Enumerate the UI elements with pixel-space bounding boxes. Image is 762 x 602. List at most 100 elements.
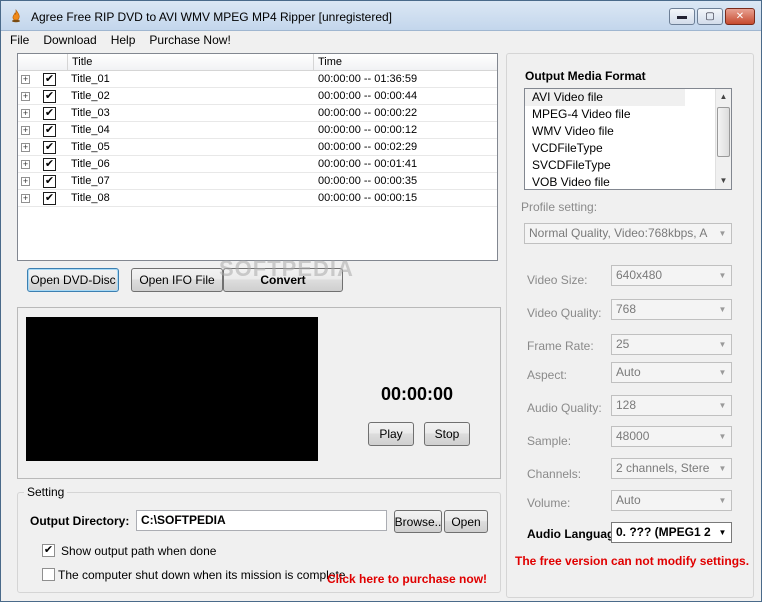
audio-quality-select[interactable]: 128 ▼ xyxy=(611,395,732,416)
menu-file[interactable]: File xyxy=(10,33,29,47)
expand-icon[interactable]: + xyxy=(21,176,30,186)
title-time: 00:00:00 -- 00:00:44 xyxy=(318,90,418,102)
format-item-avi[interactable]: AVI Video file xyxy=(525,89,685,106)
expand-icon[interactable]: + xyxy=(21,108,30,118)
play-button[interactable]: Play xyxy=(368,422,414,446)
purchase-link[interactable]: Click here to purchase now! xyxy=(327,572,487,586)
title-list-header: Title Time xyxy=(18,54,497,71)
shutdown-label: The computer shut down when its mission … xyxy=(58,568,346,582)
title-time: 00:00:00 -- 00:01:41 xyxy=(318,158,418,170)
aspect-select[interactable]: Auto ▼ xyxy=(611,362,732,383)
window-controls: ▬ ▢ ✕ xyxy=(669,8,755,25)
title-row[interactable]: + ✔ Title_02 00:00:00 -- 00:00:44 xyxy=(18,88,497,105)
title-row[interactable]: + ✔ Title_03 00:00:00 -- 00:00:22 xyxy=(18,105,497,122)
expand-icon[interactable]: + xyxy=(21,159,30,169)
channels-select[interactable]: 2 channels, Stere ▼ xyxy=(611,458,732,479)
title-name: Title_03 xyxy=(71,107,110,119)
checkmark-icon: ✔ xyxy=(44,191,55,204)
browse-button[interactable]: Browse.. xyxy=(394,510,442,533)
title-name: Title_06 xyxy=(71,158,110,170)
format-item-vob[interactable]: VOB Video file xyxy=(525,174,685,191)
video-size-select[interactable]: 640x480 ▼ xyxy=(611,265,732,286)
checkmark-icon: ✔ xyxy=(43,544,54,556)
title-row[interactable]: + ✔ Title_08 00:00:00 -- 00:00:15 xyxy=(18,190,497,207)
open-folder-button[interactable]: Open xyxy=(444,510,488,533)
profile-setting-value: Normal Quality, Video:768kbps, A xyxy=(529,226,708,240)
scroll-up-icon[interactable]: ▲ xyxy=(716,89,731,105)
minimize-button[interactable]: ▬ xyxy=(669,8,695,25)
aspect-value: Auto xyxy=(616,365,641,379)
title-checkbox[interactable]: ✔ xyxy=(43,191,56,205)
title-checkbox[interactable]: ✔ xyxy=(43,123,56,137)
format-item-mpeg4[interactable]: MPEG-4 Video file xyxy=(525,106,685,123)
open-dvd-disc-button[interactable]: Open DVD-Disc xyxy=(27,268,119,292)
sample-label: Sample: xyxy=(527,434,572,448)
format-item-svcd[interactable]: SVCDFileType xyxy=(525,157,685,174)
checkmark-icon: ✔ xyxy=(44,89,55,102)
title-checkbox[interactable]: ✔ xyxy=(43,174,56,188)
expand-icon[interactable]: + xyxy=(21,142,30,152)
checkmark-icon: ✔ xyxy=(44,72,55,85)
chevron-down-icon: ▼ xyxy=(718,464,727,473)
title-name: Title_04 xyxy=(71,124,110,136)
title-name: Title_05 xyxy=(71,141,110,153)
title-list[interactable]: Title Time + ✔ Title_01 00:00:00 -- 01:36:5… xyxy=(17,53,498,261)
title-name: Title_02 xyxy=(71,90,110,102)
chevron-down-icon: ▼ xyxy=(718,271,727,280)
expand-icon[interactable]: + xyxy=(21,193,30,203)
title-checkbox[interactable]: ✔ xyxy=(43,72,56,86)
open-ifo-file-button[interactable]: Open IFO File xyxy=(131,268,223,292)
checkmark-icon: ✔ xyxy=(44,140,55,153)
title-rows: + ✔ Title_01 00:00:00 -- 01:36:59 + ✔ Title_02… xyxy=(18,71,497,207)
audio-language-select[interactable]: 0. ??? (MPEG1 2 ▼ xyxy=(611,522,732,543)
column-header-title[interactable]: Title xyxy=(68,54,314,70)
volume-select[interactable]: Auto ▼ xyxy=(611,490,732,511)
chevron-down-icon: ▼ xyxy=(718,305,727,314)
title-row[interactable]: + ✔ Title_06 00:00:00 -- 00:01:41 xyxy=(18,156,497,173)
sample-select[interactable]: 48000 ▼ xyxy=(611,426,732,447)
video-preview[interactable] xyxy=(26,317,318,461)
app-window: Agree Free RIP DVD to AVI WMV MPEG MP4 R… xyxy=(0,0,762,602)
title-bar[interactable]: Agree Free RIP DVD to AVI WMV MPEG MP4 R… xyxy=(1,1,761,31)
video-quality-select[interactable]: 768 ▼ xyxy=(611,299,732,320)
format-item-wmv[interactable]: WMV Video file xyxy=(525,123,685,140)
title-row[interactable]: + ✔ Title_05 00:00:00 -- 00:02:29 xyxy=(18,139,497,156)
scrollbar-thumb[interactable] xyxy=(717,107,730,157)
scroll-down-icon[interactable]: ▼ xyxy=(716,173,731,189)
menu-download[interactable]: Download xyxy=(43,33,96,47)
title-time: 00:00:00 -- 01:36:59 xyxy=(318,73,418,85)
format-list-scrollbar[interactable]: ▲ ▼ xyxy=(715,89,731,189)
title-checkbox[interactable]: ✔ xyxy=(43,106,56,120)
column-header-time[interactable]: Time xyxy=(314,54,497,70)
video-size-value: 640x480 xyxy=(616,268,663,282)
format-item-vcd[interactable]: VCDFileType xyxy=(525,140,685,157)
output-format-list[interactable]: AVI Video file MPEG-4 Video file WMV Vid… xyxy=(524,88,732,190)
playback-timer: 00:00:00 xyxy=(381,384,454,404)
show-output-path-label: Show output path when done xyxy=(61,544,217,558)
chevron-down-icon: ▼ xyxy=(718,401,727,410)
expand-icon[interactable]: + xyxy=(21,125,30,135)
output-directory-field[interactable]: C:\SOFTPEDIA xyxy=(136,510,387,531)
expand-icon[interactable]: + xyxy=(21,74,30,84)
title-name: Title_07 xyxy=(71,175,110,187)
setting-group: Setting Output Directory: C:\SOFTPEDIA B… xyxy=(17,485,501,593)
shutdown-checkbox[interactable] xyxy=(42,568,55,581)
title-row[interactable]: + ✔ Title_07 00:00:00 -- 00:00:35 xyxy=(18,173,497,190)
frame-rate-select[interactable]: 25 ▼ xyxy=(611,334,732,355)
stop-button[interactable]: Stop xyxy=(424,422,470,446)
title-checkbox[interactable]: ✔ xyxy=(43,140,56,154)
title-checkbox[interactable]: ✔ xyxy=(43,89,56,103)
maximize-button[interactable]: ▢ xyxy=(697,8,723,25)
title-row[interactable]: + ✔ Title_01 00:00:00 -- 01:36:59 xyxy=(18,71,497,88)
chevron-down-icon: ▼ xyxy=(718,368,727,377)
sample-value: 48000 xyxy=(616,429,650,443)
show-output-path-checkbox[interactable]: ✔ xyxy=(42,544,55,557)
close-button[interactable]: ✕ xyxy=(725,8,755,25)
profile-setting-select[interactable]: Normal Quality, Video:768kbps, A ▼ xyxy=(524,223,732,244)
expand-icon[interactable]: + xyxy=(21,91,30,101)
title-row[interactable]: + ✔ Title_04 00:00:00 -- 00:00:12 xyxy=(18,122,497,139)
menu-purchase-now[interactable]: Purchase Now! xyxy=(149,33,230,47)
title-checkbox[interactable]: ✔ xyxy=(43,157,56,171)
menu-help[interactable]: Help xyxy=(111,33,136,47)
column-header-select[interactable] xyxy=(18,54,68,70)
